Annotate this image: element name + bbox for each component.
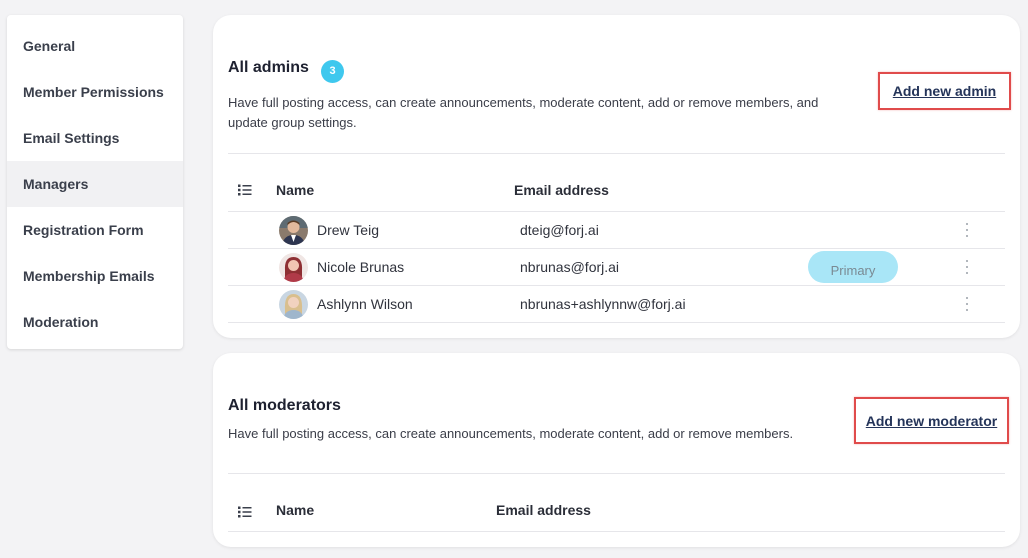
more-options-icon[interactable]: [965, 223, 969, 237]
column-header-name[interactable]: Name: [276, 182, 314, 198]
list-icon[interactable]: [238, 184, 252, 196]
column-header-email[interactable]: Email address: [496, 502, 591, 518]
add-moderator-highlight: Add new moderator: [854, 397, 1009, 444]
sidebar-item-membership-emails[interactable]: Membership Emails: [7, 253, 183, 299]
add-admin-highlight: Add new admin: [878, 72, 1011, 110]
sidebar-item-general[interactable]: General: [7, 23, 183, 69]
admin-name: Drew Teig: [317, 222, 379, 238]
divider: [228, 153, 1005, 154]
sidebar-item-member-permissions[interactable]: Member Permissions: [7, 69, 183, 115]
admins-card: All admins 3 Have full posting access, c…: [213, 15, 1020, 338]
table-row[interactable]: Ashlynn Wilson nbrunas+ashlynnw@forj.ai: [228, 286, 1005, 323]
column-header-email[interactable]: Email address: [514, 182, 609, 198]
avatar: [279, 290, 308, 319]
more-options-icon[interactable]: [965, 260, 969, 274]
admin-name: Ashlynn Wilson: [317, 296, 413, 312]
list-icon[interactable]: [238, 506, 252, 518]
primary-badge: Primary: [808, 251, 898, 283]
divider: [228, 473, 1005, 474]
sidebar-item-moderation[interactable]: Moderation: [7, 299, 183, 345]
admin-email: dteig@forj.ai: [520, 222, 599, 238]
add-new-admin-link[interactable]: Add new admin: [893, 83, 996, 99]
moderators-title: All moderators: [228, 397, 341, 414]
sidebar-item-managers[interactable]: Managers: [7, 161, 183, 207]
admin-email: nbrunas@forj.ai: [520, 259, 620, 275]
admin-count-badge: 3: [321, 60, 344, 83]
sidebar-item-registration-form[interactable]: Registration Form: [7, 207, 183, 253]
moderators-card: All moderators Have full posting access,…: [213, 353, 1020, 547]
divider: [228, 531, 1005, 532]
settings-sidebar: General Member Permissions Email Setting…: [7, 15, 183, 349]
column-header-name[interactable]: Name: [276, 502, 314, 518]
avatar: [279, 253, 308, 282]
add-new-moderator-link[interactable]: Add new moderator: [866, 413, 997, 429]
moderators-description: Have full posting access, can create ann…: [228, 426, 794, 441]
table-row[interactable]: Drew Teig dteig@forj.ai: [228, 212, 1005, 249]
more-options-icon[interactable]: [965, 297, 969, 311]
sidebar-item-email-settings[interactable]: Email Settings: [7, 115, 183, 161]
admin-email: nbrunas+ashlynnw@forj.ai: [520, 296, 686, 312]
admin-name: Nicole Brunas: [317, 259, 405, 275]
admins-title: All admins: [228, 59, 309, 76]
table-row[interactable]: Nicole Brunas nbrunas@forj.ai Primary: [228, 249, 1005, 286]
avatar: [279, 216, 308, 245]
admins-description: Have full posting access, can create ann…: [228, 95, 819, 130]
